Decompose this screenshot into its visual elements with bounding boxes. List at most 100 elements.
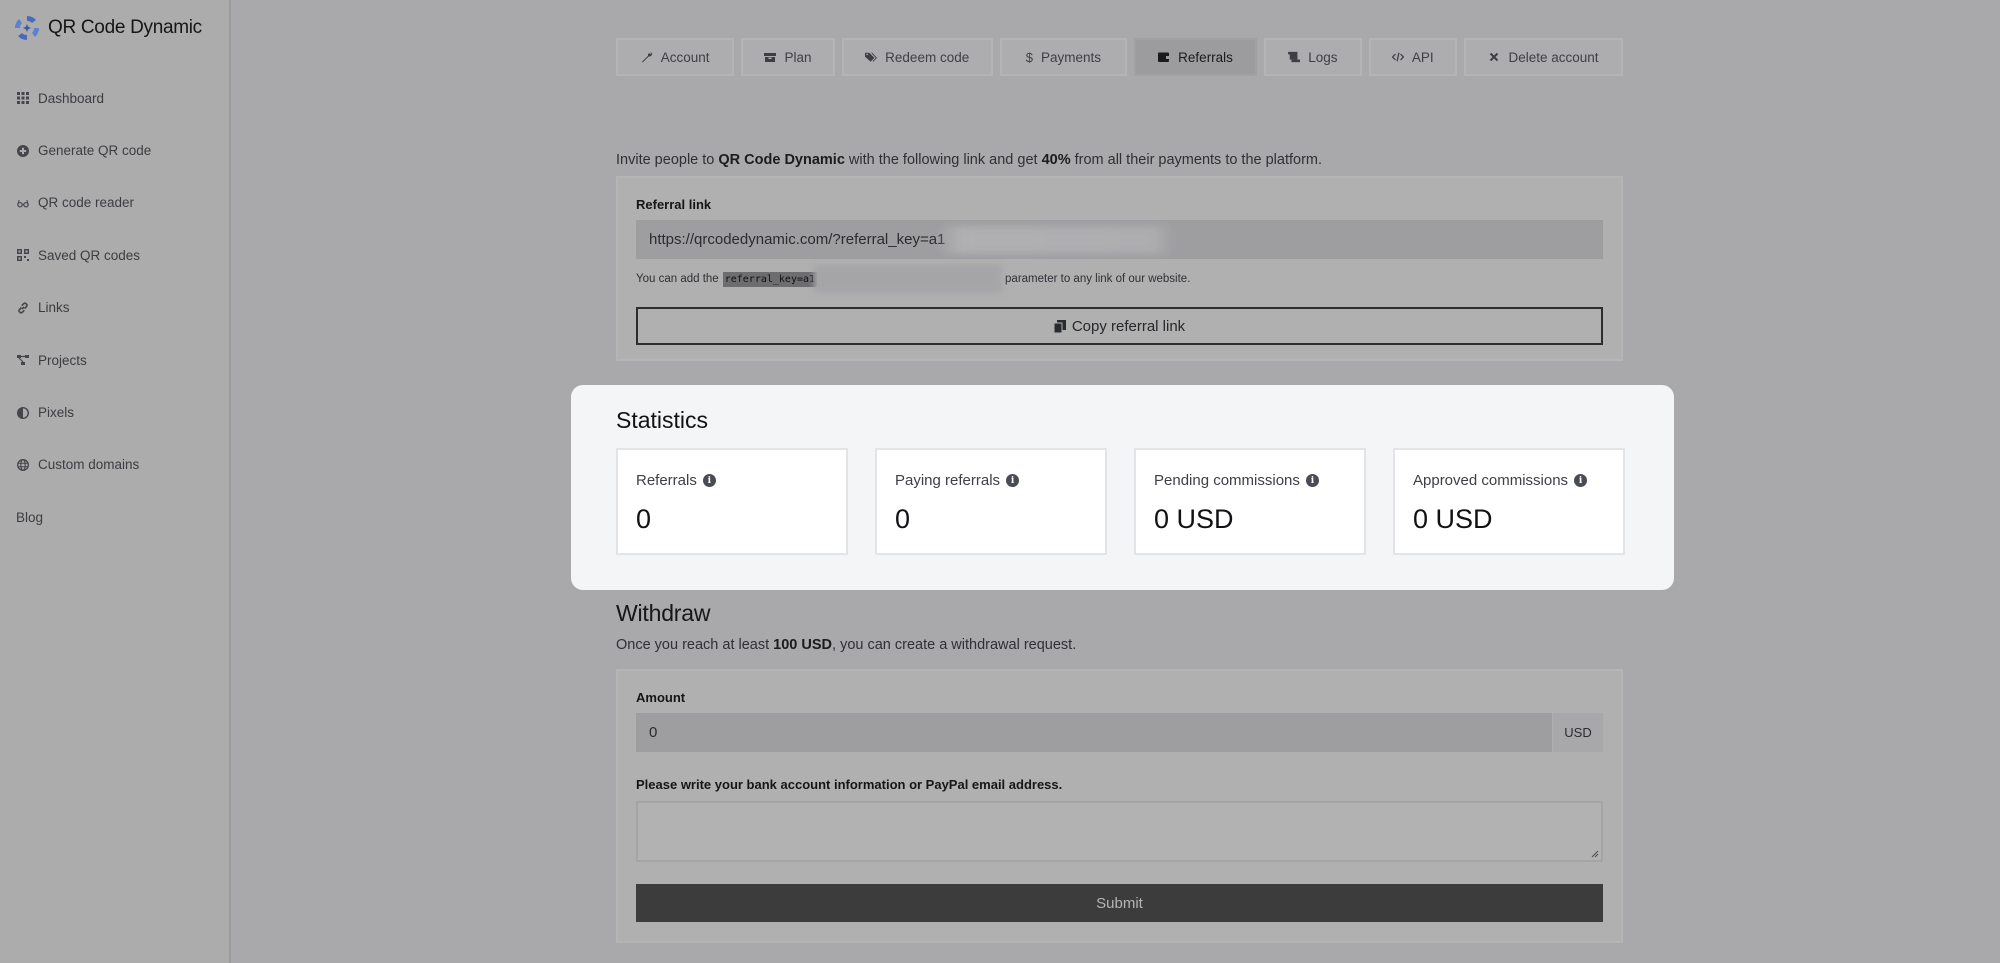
code-icon — [1391, 52, 1404, 62]
tab-label: Logs — [1308, 49, 1338, 65]
info-icon[interactable]: i — [702, 474, 716, 487]
tab-api[interactable]: API — [1368, 38, 1458, 76]
glasses-icon — [16, 197, 30, 209]
tab-label: Redeem code — [885, 49, 970, 65]
referral-link-input[interactable]: https://qrcodedynamic.com/?referral_key=… — [636, 220, 1603, 259]
sidebar-item-label: Custom domains — [38, 457, 140, 473]
grid-icon — [16, 92, 30, 105]
stat-card-approved-commissions: Approved commissions i 0 USD — [1393, 448, 1625, 555]
sidebar-item-saved-qr-codes[interactable]: Saved QR codes — [16, 229, 151, 281]
sidebar-item-qr-code-reader[interactable]: QR code reader — [16, 177, 151, 229]
stat-value: 0 USD — [1154, 504, 1234, 534]
sidebar-item-label: Links — [38, 300, 70, 316]
plus-circle-icon — [16, 144, 30, 157]
tab-payments[interactable]: $ Payments — [999, 38, 1127, 76]
brand[interactable]: QR Code Dynamic — [12, 13, 202, 43]
globe-icon — [16, 458, 30, 471]
sidebar-nav: Dashboard Generate QR code QR code reade… — [16, 72, 151, 544]
statistics-panel: Statistics Referrals i 0 Paying referral… — [571, 385, 1674, 590]
withdraw-title: Withdraw — [616, 600, 711, 626]
copy-referral-link-button[interactable]: Copy referral link — [636, 307, 1603, 345]
sidebar-item-label: Blog — [16, 509, 44, 525]
tab-plan[interactable]: Plan — [741, 38, 835, 76]
link-icon — [16, 302, 30, 314]
info-icon[interactable]: i — [1305, 474, 1319, 487]
sidebar-item-label: Generate QR code — [38, 143, 152, 159]
stat-label: Approved commissions i — [1413, 472, 1588, 489]
copy-icon — [1053, 319, 1066, 333]
sidebar-item-label: Pixels — [38, 405, 75, 421]
referral-key-code: referral_key=a1 — [722, 271, 818, 287]
sidebar: QR Code Dynamic Dashboard Generate QR co… — [0, 0, 231, 963]
amount-input-group: 0 USD — [636, 713, 1603, 752]
account-tabs: Account Plan Redeem code $ Payments Refe… — [616, 38, 1624, 76]
stat-label-text: Paying referrals — [895, 472, 1001, 489]
dollar-icon: $ — [1025, 49, 1033, 65]
tab-label: Plan — [784, 49, 812, 65]
tab-label: Delete account — [1508, 49, 1599, 65]
stat-label-text: Approved commissions — [1413, 472, 1569, 489]
payout-details-textarea[interactable] — [636, 801, 1603, 862]
referral-link-label: Referral link — [636, 197, 712, 212]
withdraw-section: Withdraw Once you reach at least 100 USD… — [616, 600, 1623, 943]
stat-card-paying-referrals: Paying referrals i 0 — [875, 448, 1107, 555]
payout-details-label: Please write your bank account informati… — [636, 777, 1063, 792]
stat-label: Referrals i — [636, 472, 716, 489]
box-icon — [764, 53, 777, 62]
stat-label-text: Pending commissions — [1154, 472, 1300, 489]
withdraw-text: , you can create a withdrawal request. — [832, 637, 1077, 653]
amount-input[interactable]: 0 — [636, 713, 1552, 752]
sidebar-item-label: Projects — [38, 352, 87, 368]
info-icon[interactable]: i — [1006, 474, 1020, 487]
commission-percent: 40% — [1041, 152, 1071, 168]
sidebar-item-custom-domains[interactable]: Custom domains — [16, 439, 151, 491]
sidebar-item-projects[interactable]: Projects — [16, 334, 151, 386]
currency-addon: USD — [1552, 713, 1603, 752]
sidebar-item-dashboard[interactable]: Dashboard — [16, 72, 151, 124]
withdraw-minimum: 100 USD — [773, 637, 833, 653]
sidebar-item-generate-qr-code[interactable]: Generate QR code — [16, 124, 151, 176]
stat-value: 0 — [895, 504, 911, 534]
submit-button[interactable]: Submit — [636, 884, 1603, 922]
stat-label: Paying referrals i — [895, 472, 1020, 489]
info-icon[interactable]: i — [1574, 474, 1588, 487]
redacted-blur — [814, 265, 1003, 293]
scroll-icon — [1288, 51, 1301, 63]
sidebar-item-label: QR code reader — [38, 195, 135, 211]
tab-redeem-code[interactable]: Redeem code — [841, 38, 993, 76]
times-icon — [1490, 52, 1499, 62]
sidebar-item-label: Saved QR codes — [38, 247, 141, 263]
invite-text: with the following link and get — [844, 152, 1042, 168]
tab-account[interactable]: Account — [616, 38, 735, 76]
project-diagram-icon — [16, 354, 30, 366]
qr-dynamic-logo-icon — [14, 15, 40, 41]
resize-handle-icon[interactable] — [1590, 849, 1599, 858]
hint-text: You can add the — [636, 273, 719, 285]
tab-label: Referrals — [1178, 49, 1233, 65]
stat-card-pending-commissions: Pending commissions i 0 USD — [1134, 448, 1366, 555]
sidebar-item-label: Dashboard — [38, 90, 105, 106]
invite-description: Invite people to QR Code Dynamic with th… — [616, 152, 1322, 168]
tab-referrals[interactable]: Referrals — [1133, 38, 1258, 76]
wallet-icon — [1158, 52, 1171, 62]
tab-delete-account[interactable]: Delete account — [1464, 38, 1624, 76]
referral-link-value: https://qrcodedynamic.com/?referral_key=… — [649, 231, 946, 248]
stat-value: 0 — [636, 504, 652, 534]
amount-label: Amount — [636, 690, 686, 705]
tags-icon — [865, 52, 878, 62]
sidebar-item-links[interactable]: Links — [16, 282, 151, 334]
stat-label: Pending commissions i — [1154, 472, 1319, 489]
sidebar-item-pixels[interactable]: Pixels — [16, 386, 151, 438]
sidebar-item-blog[interactable]: Blog — [16, 491, 151, 543]
tab-logs[interactable]: Logs — [1264, 38, 1362, 76]
adjust-icon — [16, 406, 30, 419]
stat-card-referrals: Referrals i 0 — [616, 448, 848, 555]
referral-link-box: Referral link https://qrcodedynamic.com/… — [616, 176, 1623, 361]
invite-brand: QR Code Dynamic — [718, 152, 845, 168]
tab-label: Account — [660, 49, 710, 65]
qr-icon — [16, 249, 30, 262]
copy-button-label: Copy referral link — [1071, 317, 1186, 335]
redacted-blur — [936, 226, 1176, 254]
tab-label: API — [1411, 49, 1434, 65]
tab-label: Payments — [1040, 49, 1101, 65]
